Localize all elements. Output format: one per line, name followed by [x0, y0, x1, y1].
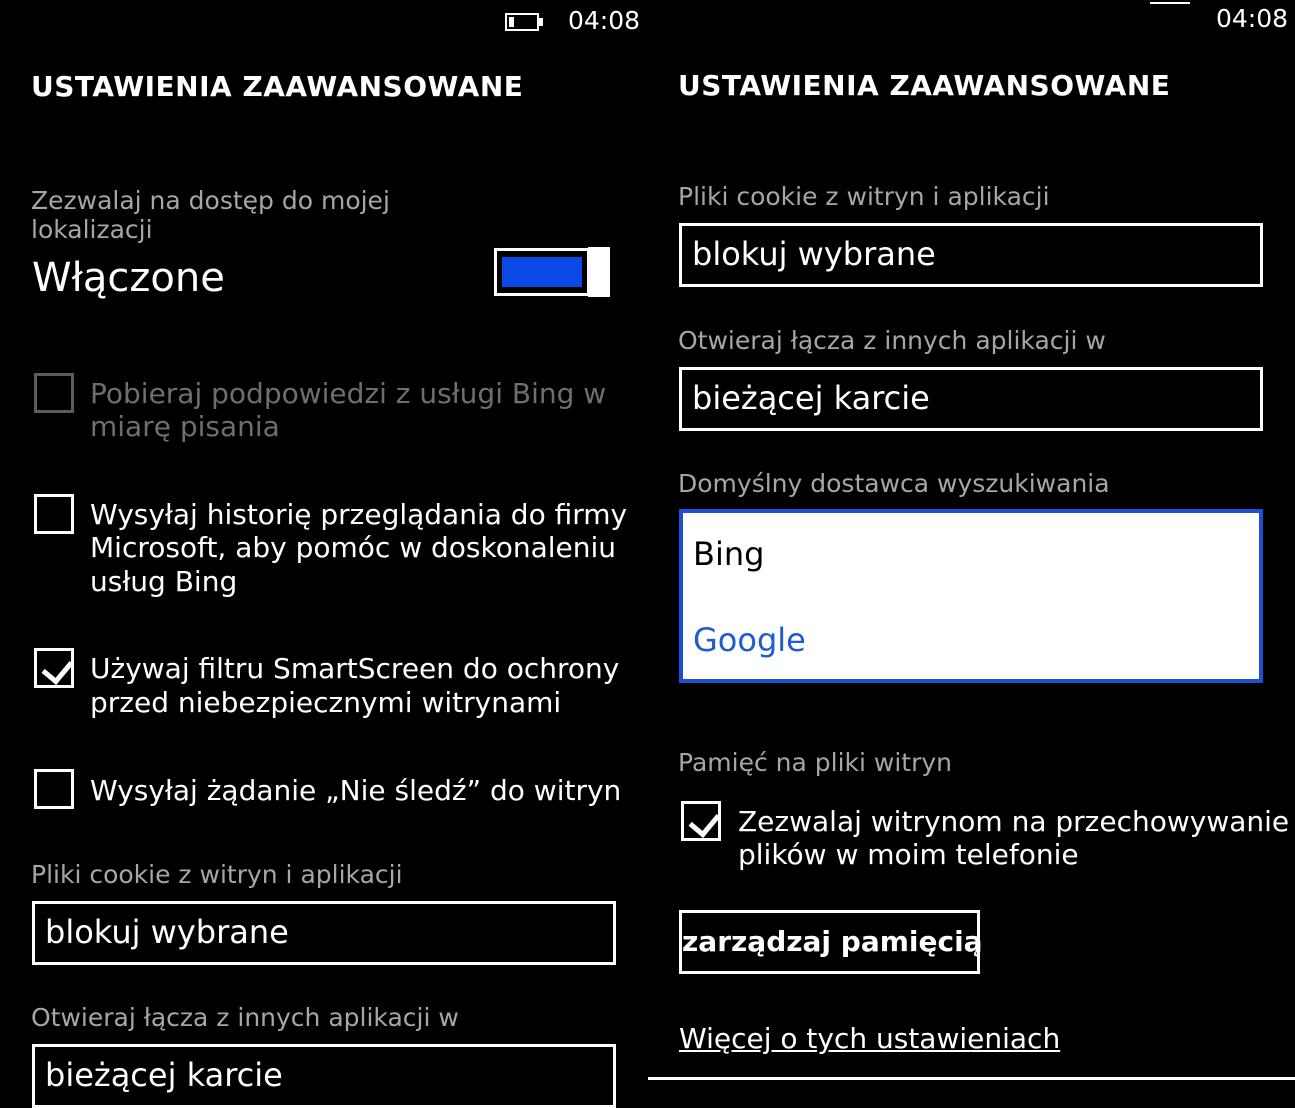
search-option-google[interactable]: Google: [693, 621, 806, 659]
smartscreen-label-line1: Używaj filtru SmartScreen do ochrony: [90, 652, 620, 685]
open-links-select[interactable]: bieżącej karcie: [32, 1044, 616, 1108]
manage-storage-button[interactable]: zarządzaj pamięcią: [679, 910, 983, 974]
cookies-label: Pliki cookie z witryn i aplikacji: [678, 182, 1050, 211]
allow-storage-label-line1: Zezwalaj witrynom na przechowywanie: [738, 805, 1290, 838]
location-label-line2: lokalizacji: [31, 215, 153, 244]
checkmark-icon: [41, 652, 74, 685]
checkmark-icon: [688, 805, 721, 838]
send-history-label-line3: usług Bing: [90, 565, 238, 598]
status-clock: 04:08: [568, 6, 641, 35]
status-clock: 04:08: [1216, 4, 1289, 33]
allow-storage-label-line2: plików w moim telefonie: [738, 838, 1079, 871]
location-value: Włączone: [32, 255, 225, 301]
cookies-label: Pliki cookie z witryn i aplikacji: [31, 860, 403, 889]
location-toggle-switch[interactable]: [494, 247, 616, 298]
open-links-label: Otwieraj łącza z innych aplikacji w: [678, 326, 1106, 355]
bing-suggestions-checkbox[interactable]: [34, 373, 74, 413]
more-settings-link[interactable]: Więcej o tych ustawieniach: [679, 1022, 1060, 1055]
send-history-label-line1: Wysyłaj historię przeglądania do firmy: [90, 498, 628, 531]
location-label-line1: Zezwalaj na dostęp do mojej: [31, 186, 390, 215]
open-links-select[interactable]: bieżącej karcie: [679, 367, 1263, 431]
page-title: USTAWIENIA ZAAWANSOWANE: [678, 69, 1171, 102]
toggle-track: [494, 248, 590, 296]
toggle-fill: [502, 257, 582, 287]
page-title: USTAWIENIA ZAAWANSOWANE: [31, 70, 524, 103]
do-not-track-checkbox[interactable]: [34, 769, 74, 809]
battery-icon: [1150, 0, 1190, 4]
allow-storage-checkbox[interactable]: [681, 801, 721, 841]
cookies-select[interactable]: blokuj wybrane: [32, 901, 616, 965]
open-links-label: Otwieraj łącza z innych aplikacji w: [31, 1003, 459, 1032]
bing-suggestions-label-line1: Pobieraj podpowiedzi z usługi Bing w: [90, 377, 607, 410]
smartscreen-checkbox[interactable]: [34, 648, 74, 688]
send-history-label-line2: Microsoft, aby pomóc w doskonaleniu: [90, 531, 617, 564]
battery-icon: [505, 13, 543, 31]
storage-label: Pamięć na pliki witryn: [678, 748, 952, 777]
send-history-checkbox[interactable]: [34, 494, 74, 534]
toggle-thumb: [588, 247, 610, 297]
search-option-bing[interactable]: Bing: [693, 535, 764, 573]
search-provider-label: Domyślny dostawca wyszukiwania: [678, 469, 1110, 498]
search-provider-listbox[interactable]: Bing Google: [679, 509, 1263, 683]
bing-suggestions-label-line2: miarę pisania: [90, 410, 280, 443]
smartscreen-label-line2: przed niebezpiecznymi witrynami: [90, 686, 562, 719]
do-not-track-label: Wysyłaj żądanie „Nie śledź” do witryn: [90, 774, 622, 807]
cookies-select[interactable]: blokuj wybrane: [679, 223, 1263, 287]
